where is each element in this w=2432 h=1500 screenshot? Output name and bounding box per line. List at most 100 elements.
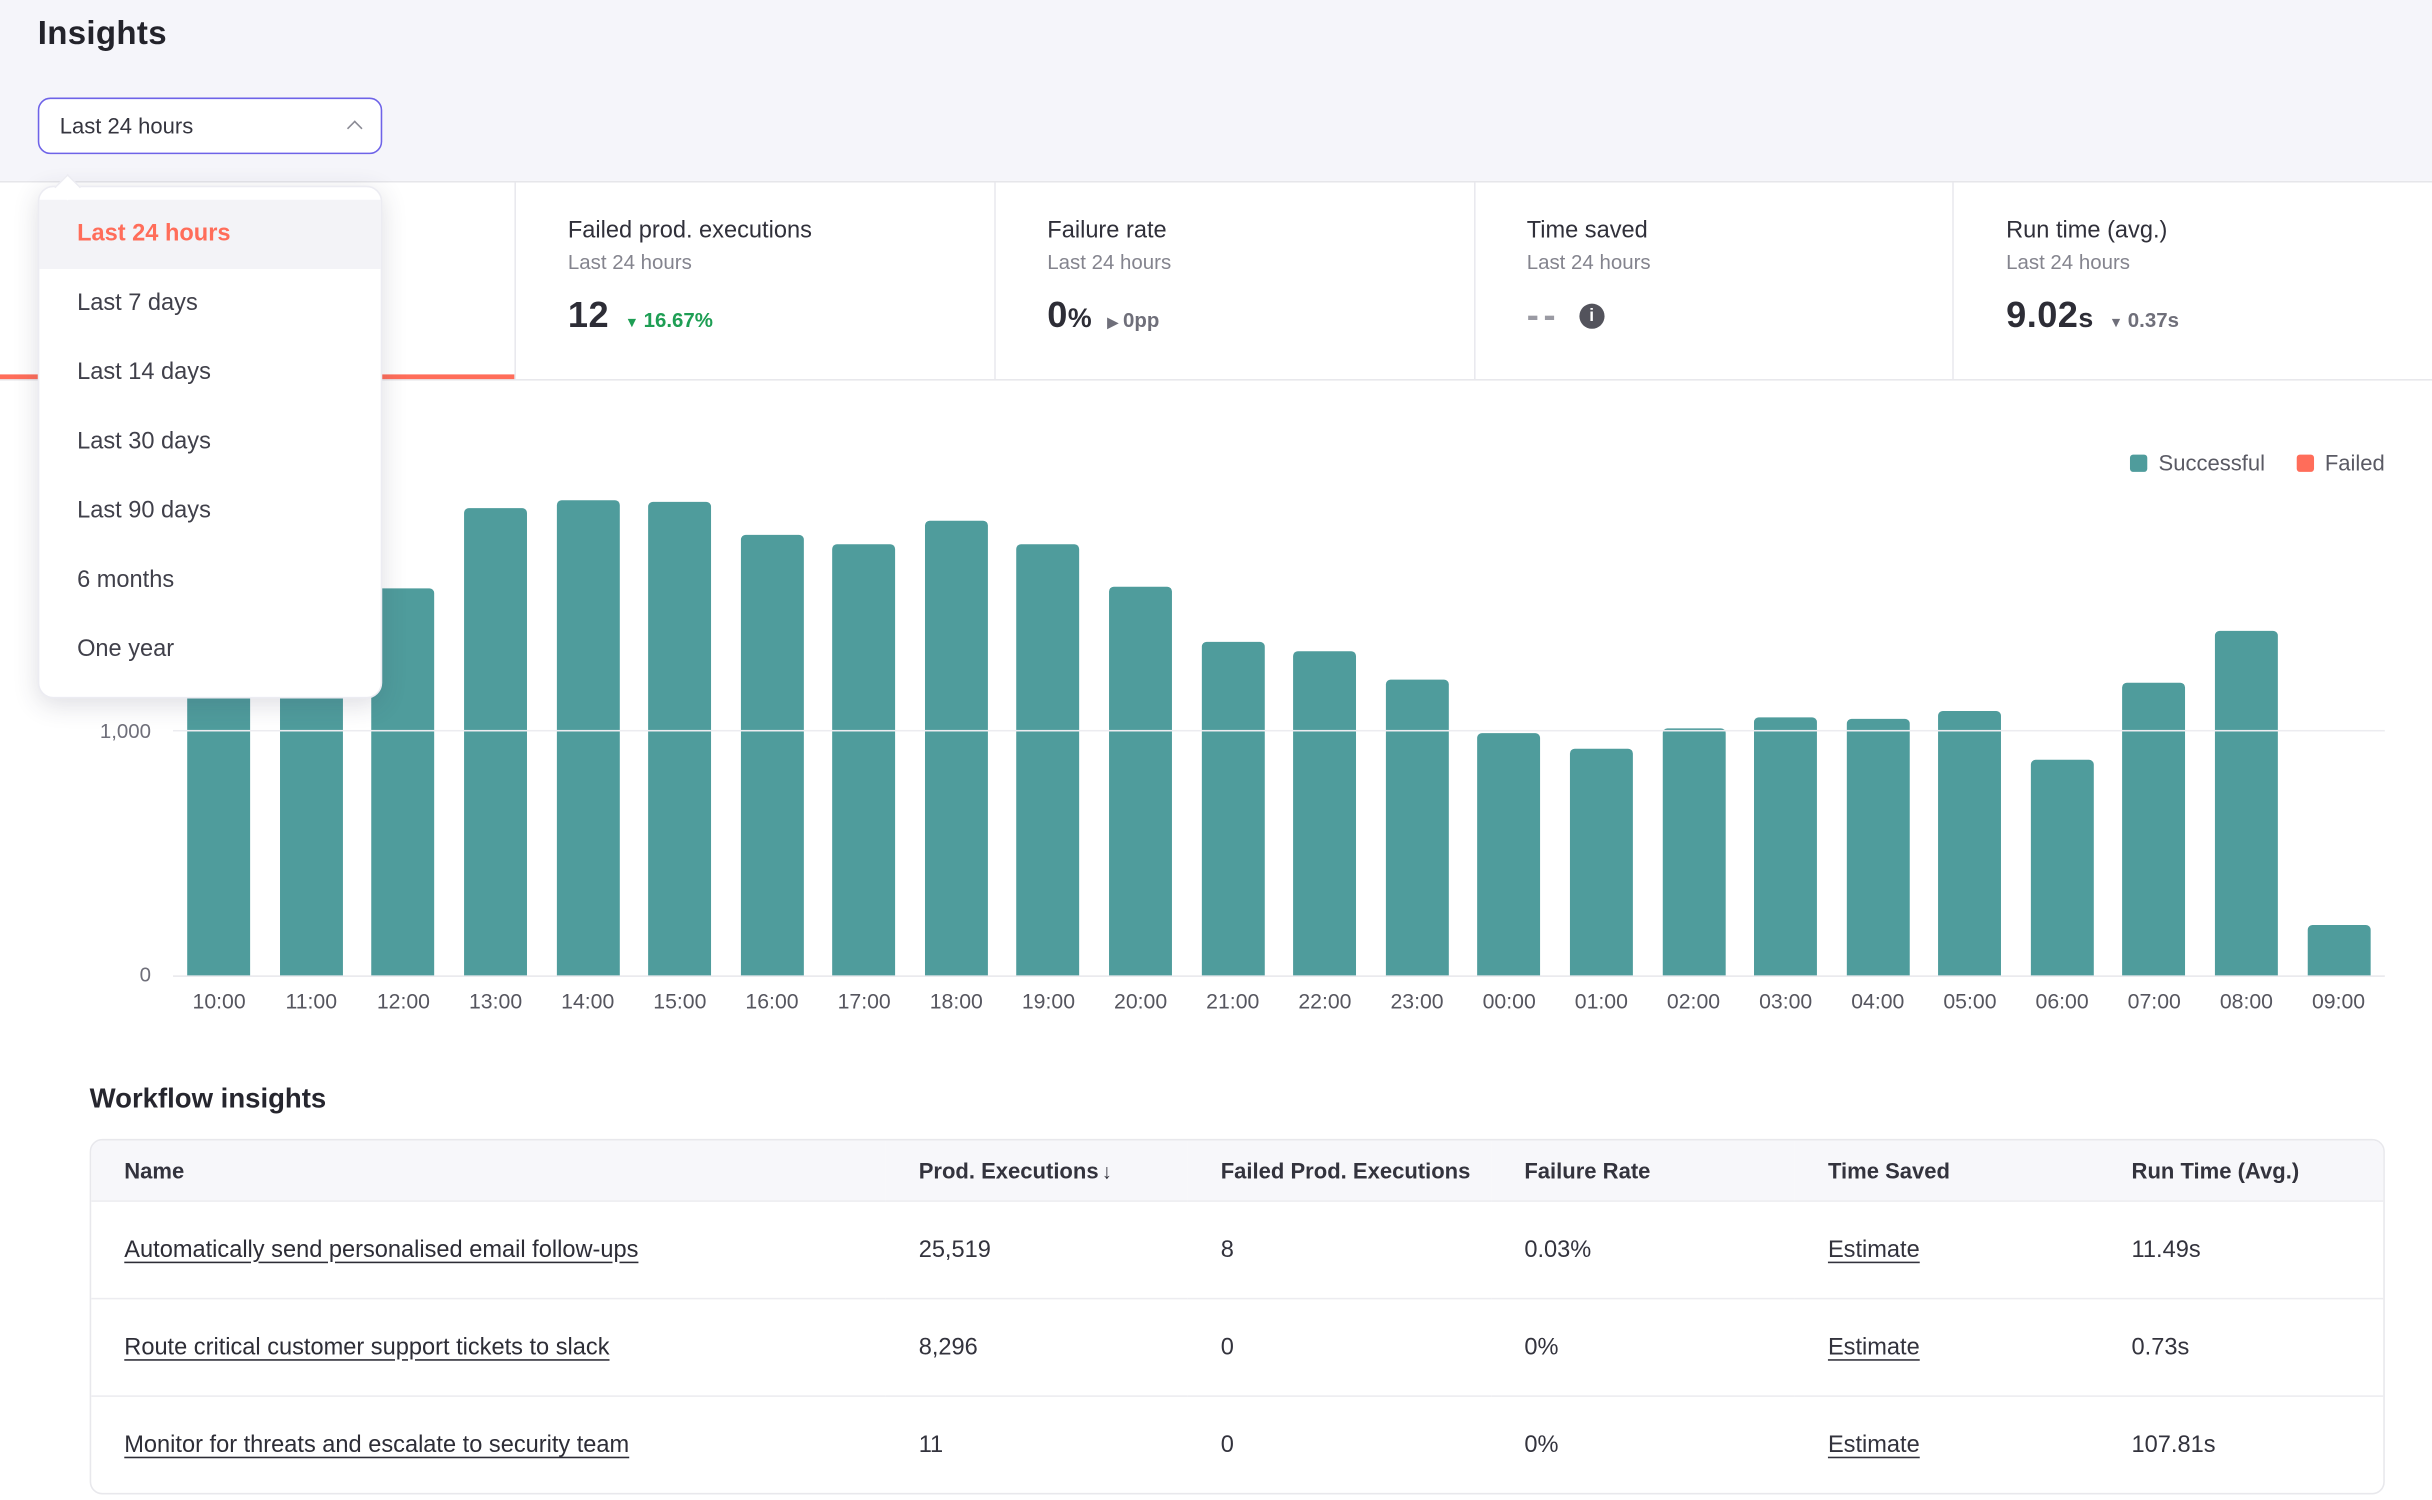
estimate-link[interactable]: Estimate: [1828, 1333, 1920, 1360]
metric-card-value: 12: [568, 294, 609, 336]
bar-slot: [1279, 440, 1371, 975]
bar-04:00: [1846, 719, 1909, 975]
bar-00:00: [1478, 733, 1541, 975]
chart-plot: 1,0000: [173, 440, 2385, 976]
triangle-down-icon: ▼: [625, 315, 639, 331]
x-tick-label: 01:00: [1555, 989, 1647, 1013]
bar-02:00: [1662, 729, 1725, 976]
workflow-insights-table: Name Prod. Executions↓ Failed Prod. Exec…: [90, 1139, 2385, 1495]
x-tick-label: 09:00: [2292, 989, 2384, 1013]
metric-card-title: Run time (avg.): [2006, 217, 2432, 244]
bar-slot: [1740, 440, 1832, 975]
run-time-cell: 107.81s: [2099, 1395, 2384, 1493]
bar-21:00: [1201, 642, 1264, 975]
x-tick-label: 14:00: [542, 989, 634, 1013]
time-range-select-value: Last 24 hours: [60, 113, 193, 138]
bar-slot: [1832, 440, 1924, 975]
estimate-link[interactable]: Estimate: [1828, 1431, 1920, 1458]
metric-card-subtitle: Last 24 hours: [1527, 250, 1953, 274]
bar-16:00: [741, 535, 804, 975]
chart-bars: [173, 440, 2385, 975]
failed-executions-cell: 8: [1188, 1200, 1492, 1298]
info-icon[interactable]: i: [1579, 303, 1604, 328]
bar-06:00: [2031, 760, 2094, 975]
bar-slot: [2292, 440, 2384, 975]
x-tick-label: 06:00: [2016, 989, 2108, 1013]
x-tick-label: 18:00: [910, 989, 1002, 1013]
bar-slot: [1187, 440, 1279, 975]
bar-08:00: [2215, 630, 2278, 975]
insights-page: Insights Last 24 hours Failed prod. exec…: [0, 0, 2432, 1500]
prod-executions-cell: 11: [886, 1395, 1188, 1493]
bar-slot: [1924, 440, 2016, 975]
page-title: Insights: [38, 16, 167, 54]
bar-23:00: [1386, 680, 1449, 975]
bar-slot: [818, 440, 910, 975]
bar-slot: [2108, 440, 2200, 975]
chevron-up-icon: [347, 120, 363, 136]
x-tick-label: 19:00: [1002, 989, 1094, 1013]
bar-10:00: [188, 684, 251, 976]
metric-card-failure-rate[interactable]: Failure rate Last 24 hours 0% ▶0pp: [994, 182, 1473, 379]
x-tick-label: 10:00: [173, 989, 265, 1013]
time-range-select[interactable]: Last 24 hours: [38, 98, 383, 155]
failure-rate-cell: 0%: [1491, 1395, 1795, 1493]
bar-slot: [1095, 440, 1187, 975]
bar-01:00: [1570, 749, 1633, 975]
y-tick-label: 0: [41, 963, 151, 988]
column-header-failure-rate[interactable]: Failure Rate: [1491, 1140, 1795, 1200]
x-tick-label: 16:00: [726, 989, 818, 1013]
estimate-link[interactable]: Estimate: [1828, 1236, 1920, 1263]
table-row: Monitor for threats and escalate to secu…: [91, 1395, 2383, 1493]
metric-card-failed-prod-executions[interactable]: Failed prod. executions Last 24 hours 12…: [514, 182, 993, 379]
x-tick-label: 05:00: [1924, 989, 2016, 1013]
x-tick-label: 00:00: [1463, 989, 1555, 1013]
dropdown-option-last-7-days[interactable]: Last 7 days: [39, 269, 380, 338]
bar-05:00: [1938, 712, 2001, 976]
metric-card-title: Failed prod. executions: [568, 217, 994, 244]
dropdown-option-last-30-days[interactable]: Last 30 days: [39, 407, 380, 476]
dropdown-option-last-14-days[interactable]: Last 14 days: [39, 338, 380, 407]
metric-card-run-time[interactable]: Run time (avg.) Last 24 hours 9.02s ▼0.3…: [1953, 182, 2432, 379]
bar-slot: [1371, 440, 1463, 975]
workflow-link[interactable]: Route critical customer support tickets …: [124, 1333, 609, 1360]
bar-07:00: [2123, 682, 2186, 975]
chart-x-labels: 10:0011:0012:0013:0014:0015:0016:0017:00…: [173, 989, 2385, 1013]
metric-card-value: --: [1527, 294, 1561, 336]
x-tick-label: 21:00: [1187, 989, 1279, 1013]
prod-executions-cell: 25,519: [886, 1200, 1188, 1298]
bar-13:00: [464, 509, 527, 976]
x-tick-label: 15:00: [634, 989, 726, 1013]
column-header-time-saved[interactable]: Time Saved: [1795, 1140, 2099, 1200]
x-tick-label: 23:00: [1371, 989, 1463, 1013]
metric-card-unit: %: [1068, 304, 1092, 335]
workflow-insights-section: Workflow insights Name Prod. Executions↓…: [0, 1041, 2432, 1494]
x-tick-label: 13:00: [449, 989, 541, 1013]
table-row: Route critical customer support tickets …: [91, 1298, 2383, 1396]
workflow-link[interactable]: Monitor for threats and escalate to secu…: [124, 1431, 629, 1458]
failed-executions-cell: 0: [1188, 1395, 1492, 1493]
dropdown-option-last-90-days[interactable]: Last 90 days: [39, 477, 380, 546]
bar-slot: [2200, 440, 2292, 975]
dropdown-option-last-24-hours[interactable]: Last 24 hours: [39, 200, 380, 269]
bar-slot: [634, 440, 726, 975]
bar-slot: [1463, 440, 1555, 975]
bar-slot: [726, 440, 818, 975]
dropdown-option-6-months[interactable]: 6 months: [39, 546, 380, 615]
column-header-run-time[interactable]: Run Time (Avg.): [2099, 1140, 2384, 1200]
metric-card-value: 9.02: [2006, 294, 2078, 336]
metric-card-subtitle: Last 24 hours: [568, 250, 994, 274]
bar-17:00: [833, 545, 896, 975]
column-header-prod-executions[interactable]: Prod. Executions↓: [886, 1140, 1188, 1200]
table-row: Automatically send personalised email fo…: [91, 1200, 2383, 1298]
bar-slot: [542, 440, 634, 975]
metric-card-time-saved[interactable]: Time saved Last 24 hours -- i: [1473, 182, 1952, 379]
x-tick-label: 08:00: [2200, 989, 2292, 1013]
column-header-name[interactable]: Name: [91, 1140, 885, 1200]
dropdown-option-one-year[interactable]: One year: [39, 615, 380, 684]
column-header-failed-prod-executions[interactable]: Failed Prod. Executions: [1188, 1140, 1492, 1200]
workflow-link[interactable]: Automatically send personalised email fo…: [124, 1236, 638, 1263]
x-tick-label: 02:00: [1647, 989, 1739, 1013]
bar-15:00: [648, 501, 711, 975]
page-header: Insights Last 24 hours: [0, 0, 2432, 181]
